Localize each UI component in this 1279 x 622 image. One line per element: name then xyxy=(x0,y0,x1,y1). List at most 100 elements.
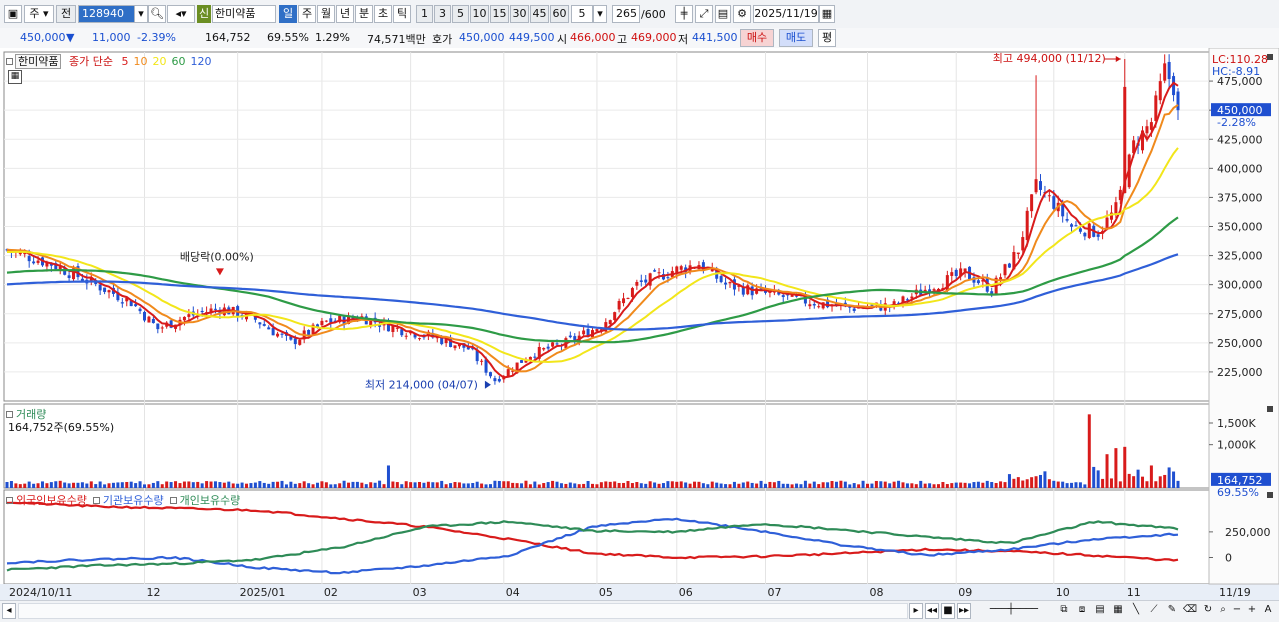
candle-body xyxy=(870,304,874,306)
interval-button-0[interactable]: 1 xyxy=(416,5,433,23)
candle-body xyxy=(391,325,395,333)
sell-button[interactable]: 매도 xyxy=(779,29,813,47)
gear-icon[interactable]: ⚙ xyxy=(733,5,751,23)
candle-icon[interactable]: ╪ xyxy=(675,5,693,23)
legend-checkbox-icon[interactable] xyxy=(169,497,177,504)
volume-bar xyxy=(821,482,825,488)
period-select[interactable]: 주 ▾ xyxy=(24,5,54,23)
scroll-right-icon[interactable]: ▸ xyxy=(909,603,923,619)
font-size-icon[interactable]: A xyxy=(1260,603,1276,619)
volume-bar xyxy=(116,482,120,488)
interval-button-7[interactable]: 60 xyxy=(550,5,569,23)
volume-bar xyxy=(382,484,386,488)
period-button-0[interactable]: 일 xyxy=(279,5,297,23)
eraser-icon[interactable]: ⌫ xyxy=(1182,603,1198,619)
volume-bar xyxy=(994,483,998,488)
volume-bar xyxy=(502,481,506,488)
code-dropdown-icon[interactable]: ▾ xyxy=(134,5,148,23)
volume-bar xyxy=(670,481,674,488)
volume-bar xyxy=(174,481,178,488)
calculator-icon[interactable]: ▦ xyxy=(8,70,22,84)
pencil-icon[interactable]: ✎ xyxy=(1164,603,1180,619)
interval-button-4[interactable]: 15 xyxy=(490,5,509,23)
volume-bar xyxy=(595,484,599,488)
volume-bar xyxy=(138,481,142,488)
volume-bar xyxy=(125,481,129,488)
volume-bar xyxy=(759,480,763,488)
volume-bar xyxy=(852,483,856,488)
volume-bar xyxy=(67,483,71,488)
date-picker-icon[interactable]: ▦ xyxy=(819,5,835,23)
interval-button-5[interactable]: 30 xyxy=(510,5,529,23)
zoom-in-icon[interactable]: + xyxy=(1245,603,1259,619)
legend-checkbox-icon[interactable] xyxy=(6,497,13,504)
candle-body xyxy=(418,338,422,340)
prev-button[interactable]: 전 xyxy=(56,5,76,23)
stock-name-field[interactable]: 한미약품 xyxy=(212,5,276,23)
candle-body xyxy=(626,297,630,299)
trend-tool-icon[interactable]: ⟋ xyxy=(1146,603,1162,619)
candle-body xyxy=(817,306,821,308)
stock-code-input[interactable]: 128940 xyxy=(78,5,136,23)
search-icon[interactable]: 🔍︎ xyxy=(148,5,166,23)
volume-bar xyxy=(1118,481,1122,488)
date-input[interactable]: 2025/11/19 xyxy=(753,5,819,23)
horizontal-scrollbar[interactable] xyxy=(18,603,908,619)
period-button-1[interactable]: 주 xyxy=(298,5,316,23)
history-icon[interactable]: ↻ xyxy=(1200,603,1216,619)
period-button-3[interactable]: 년 xyxy=(336,5,354,23)
layout-icon[interactable]: ⧉ xyxy=(1056,603,1072,619)
window-icon[interactable]: ▣ xyxy=(4,5,22,23)
volume-bar xyxy=(799,484,803,488)
volume-bar xyxy=(360,482,364,488)
zoom-search-icon[interactable]: ⌕ xyxy=(1216,603,1230,619)
chart-area[interactable]: 2024/10/11 12 2025/01 02 03 04 05 06 07 08 09 10 11 1… xyxy=(0,48,1279,600)
interval-button-1[interactable]: 3 xyxy=(434,5,451,23)
period-button-4[interactable]: 분 xyxy=(355,5,373,23)
table-icon[interactable]: ▤ xyxy=(1092,603,1108,619)
volume-bar xyxy=(111,482,115,488)
volume-bar xyxy=(1038,474,1042,488)
eval-button[interactable]: 평 xyxy=(818,29,836,47)
interval-button-2[interactable]: 5 xyxy=(452,5,469,23)
volume-bar xyxy=(1172,471,1176,488)
interval-button-6[interactable]: 45 xyxy=(530,5,549,23)
period-button-5[interactable]: 초 xyxy=(374,5,392,23)
save-icon[interactable]: ▤ xyxy=(715,5,731,23)
holding-legend-1: 기관보유수량 xyxy=(102,494,164,507)
zoom-out-icon[interactable]: − xyxy=(1230,603,1244,619)
interval-button-3[interactable]: 10 xyxy=(470,5,489,23)
compare-icon[interactable]: ⧈ xyxy=(1074,603,1090,619)
volume-bar xyxy=(1074,482,1078,488)
candle-body xyxy=(950,272,954,276)
volume-bar xyxy=(1021,480,1025,488)
draw-tool-icon[interactable]: ⤢ xyxy=(695,5,713,23)
volume-bar xyxy=(1145,481,1149,488)
volume-bar xyxy=(528,484,532,488)
volume-bar xyxy=(76,482,80,488)
volume-bar xyxy=(249,483,253,488)
speaker-icon[interactable]: ◂▾ xyxy=(167,5,195,23)
volume-bar xyxy=(613,481,617,488)
count-input[interactable]: 265 xyxy=(612,5,640,23)
volume-bar xyxy=(577,484,581,488)
buy-button[interactable]: 매수 xyxy=(740,29,774,47)
volume-bar xyxy=(537,484,541,488)
grid-icon[interactable]: ▦ xyxy=(1110,603,1126,619)
candle-body xyxy=(1070,224,1074,227)
period-button-2[interactable]: 월 xyxy=(317,5,335,23)
line-tool-icon[interactable]: ╲ xyxy=(1128,603,1144,619)
volume-bar xyxy=(763,483,767,488)
interval-value[interactable]: 5 xyxy=(571,5,593,23)
period-button-6[interactable]: 틱 xyxy=(393,5,411,23)
scroll-left-icon[interactable]: ◂ xyxy=(2,603,16,619)
zoom-slider[interactable]: ───┼──── xyxy=(979,603,1049,619)
panel-checkbox-icon[interactable] xyxy=(6,58,13,65)
legend-checkbox-icon[interactable] xyxy=(92,497,100,504)
first-page-icon[interactable]: ◂◂ xyxy=(925,603,939,619)
next-page-icon[interactable]: ▸▸ xyxy=(957,603,971,619)
interval-dropdown-icon[interactable]: ▾ xyxy=(593,5,607,23)
panel-checkbox-icon[interactable] xyxy=(6,411,13,418)
volume-bar xyxy=(187,481,191,488)
stop-icon[interactable]: ■ xyxy=(941,603,955,619)
